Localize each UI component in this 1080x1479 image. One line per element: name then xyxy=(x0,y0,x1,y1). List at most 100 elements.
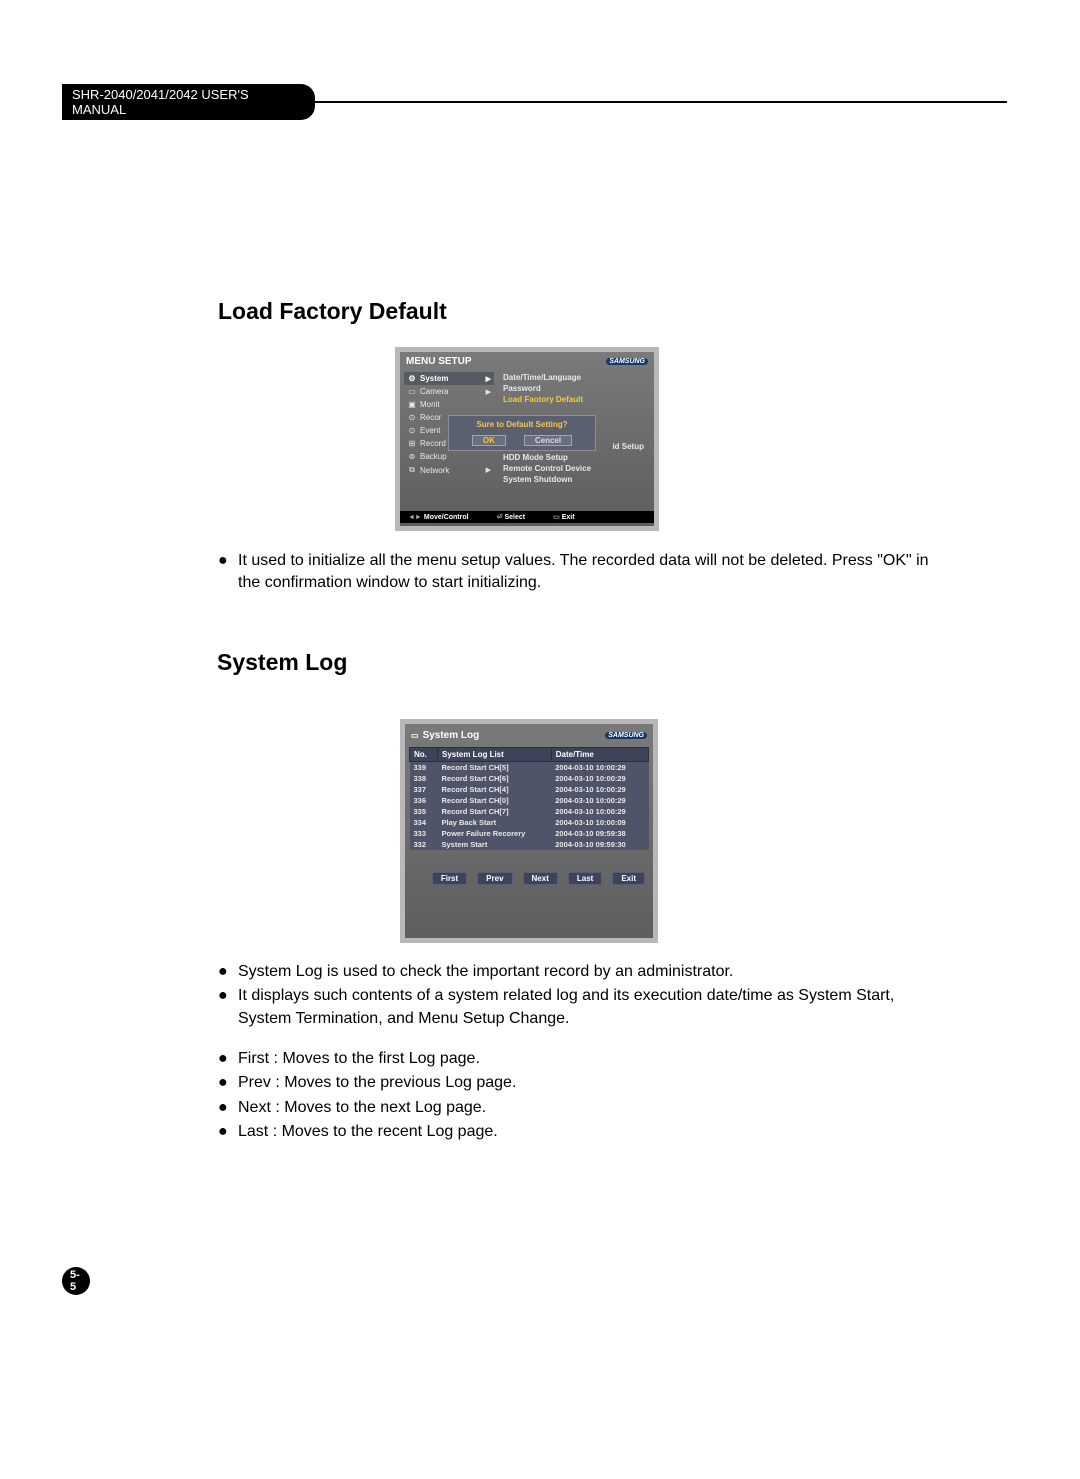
section2-bullets-b: ●First : Moves to the first Log page. ●P… xyxy=(218,1048,938,1146)
camera-icon: ▭ xyxy=(407,387,417,396)
cell-datetime: 2004-03-10 09:59:38 xyxy=(551,828,648,839)
cell-datetime: 2004-03-10 10:00:09 xyxy=(551,817,648,828)
schedule-icon: ⊞ xyxy=(407,439,417,448)
bullet-item: ●Next : Moves to the next Log page. xyxy=(218,1097,938,1119)
table-row[interactable]: 339Record Start CH[5]2004-03-10 10:00:29 xyxy=(410,762,649,774)
table-row[interactable]: 337Record Start CH[4]2004-03-10 10:00:29 xyxy=(410,784,649,795)
network-icon: ⧉ xyxy=(407,465,417,475)
exit-key-icon: ▭ xyxy=(553,514,560,521)
cancel-button[interactable]: Cencel xyxy=(524,435,572,446)
cell-no: 333 xyxy=(410,828,438,839)
prev-button[interactable]: Prev xyxy=(477,872,512,885)
submenu-password[interactable]: Password xyxy=(500,383,650,394)
cell-datetime: 2004-03-10 10:00:29 xyxy=(551,784,648,795)
cell-datetime: 2004-03-10 10:00:29 xyxy=(551,806,648,817)
col-no: No. xyxy=(410,748,438,762)
system-log-title: System Log xyxy=(423,730,480,741)
bullet-icon: ● xyxy=(218,550,226,595)
menu-item-camera[interactable]: ▭Camera▶ xyxy=(404,385,494,398)
submenu-datetime[interactable]: Date/Time/Language xyxy=(500,372,650,383)
table-row[interactable]: 333Power Failure Recorery2004-03-10 09:5… xyxy=(410,828,649,839)
menu-setup-title: MENU SETUP xyxy=(406,356,472,367)
next-button[interactable]: Next xyxy=(523,872,558,885)
event-icon: ⊙ xyxy=(407,426,417,435)
cell-log: Record Start CH[6] xyxy=(438,773,552,784)
table-row[interactable]: 336Record Start CH[0]2004-03-10 10:00:29 xyxy=(410,795,649,806)
first-button[interactable]: First xyxy=(432,872,467,885)
section-1-title: Load Factory Default xyxy=(218,298,447,325)
last-button[interactable]: Last xyxy=(568,872,602,885)
table-row[interactable]: 335Record Start CH[7]2004-03-10 10:00:29 xyxy=(410,806,649,817)
arrow-right-icon: ▶ xyxy=(486,375,491,383)
section2-bullets-a: ●System Log is used to check the importa… xyxy=(218,961,938,1032)
bullet-icon: ● xyxy=(218,985,226,1030)
menu-setup-titlebar: MENU SETUP SAMSUNG xyxy=(400,352,654,371)
dialog-title: Sure to Default Setting? xyxy=(453,420,591,429)
section1-bullets: ●It used to initialize all the menu setu… xyxy=(218,550,938,597)
table-row[interactable]: 334Play Back Start2004-03-10 10:00:09 xyxy=(410,817,649,828)
bullet-item: ●First : Moves to the first Log page. xyxy=(218,1048,938,1070)
cell-datetime: 2004-03-10 09:59:30 xyxy=(551,839,648,850)
submenu-factory-default[interactable]: Load Faotory Default xyxy=(500,394,650,405)
log-nav-buttons: First Prev Next Last Exit xyxy=(409,872,649,885)
move-key-icon: ◄► xyxy=(408,514,422,521)
footer-move: Move/Control xyxy=(424,514,469,521)
cell-no: 335 xyxy=(410,806,438,817)
table-row[interactable]: 338Record Start CH[6]2004-03-10 10:00:29 xyxy=(410,773,649,784)
cell-no: 332 xyxy=(410,839,438,850)
exit-button[interactable]: Exit xyxy=(612,872,645,885)
section-2-title: System Log xyxy=(217,649,347,676)
cell-no: 338 xyxy=(410,773,438,784)
bullet-item: ●Last : Moves to the recent Log page. xyxy=(218,1121,938,1143)
cell-no: 334 xyxy=(410,817,438,828)
cell-no: 336 xyxy=(410,795,438,806)
cell-log: Record Start CH[5] xyxy=(438,762,552,774)
cell-log: Record Start CH[0] xyxy=(438,795,552,806)
select-key-icon: ⏎ xyxy=(497,514,503,521)
cell-log: Record Start CH[4] xyxy=(438,784,552,795)
header-line xyxy=(62,101,1007,103)
cell-datetime: 2004-03-10 10:00:29 xyxy=(551,773,648,784)
cell-log: Power Failure Recorery xyxy=(438,828,552,839)
bullet-icon: ● xyxy=(218,1121,226,1143)
menu-item-backup[interactable]: ⊚Backup xyxy=(404,450,494,463)
submenu-remote[interactable]: Remote Control Device xyxy=(500,463,650,474)
confirm-dialog: Sure to Default Setting? OK Cencel xyxy=(448,415,596,451)
bullet-item: ●It displays such contents of a system r… xyxy=(218,985,938,1030)
bullet-icon: ● xyxy=(218,1048,226,1070)
footer-exit: Exit xyxy=(562,514,575,521)
system-log-icon: ▭ xyxy=(411,731,419,740)
menu-item-system[interactable]: ⚙System▶ xyxy=(404,372,494,385)
bullet-item: ●It used to initialize all the menu setu… xyxy=(218,550,938,595)
system-log-titlebar: ▭ System Log SAMSUNG xyxy=(409,728,649,747)
menu-setup-screenshot: MENU SETUP SAMSUNG ⚙System▶ ▭Camera▶ ▣Mo… xyxy=(395,347,659,531)
table-row[interactable]: 332System Start2004-03-10 09:59:30 xyxy=(410,839,649,850)
table-header-row: No. System Log List Date/Time xyxy=(410,748,649,762)
cell-log: Record Start CH[7] xyxy=(438,806,552,817)
ok-button[interactable]: OK xyxy=(472,435,506,446)
cell-datetime: 2004-03-10 10:00:29 xyxy=(551,762,648,774)
brand-logo: SAMSUNG xyxy=(606,358,648,365)
system-icon: ⚙ xyxy=(407,374,417,383)
bullet-icon: ● xyxy=(218,961,226,983)
cell-datetime: 2004-03-10 10:00:29 xyxy=(551,795,648,806)
cell-log: Play Back Start xyxy=(438,817,552,828)
system-log-screenshot: ▭ System Log SAMSUNG No. System Log List … xyxy=(400,719,658,943)
footer-hints: ◄►Move/Control ⏎Select ▭Exit xyxy=(400,511,654,523)
cell-no: 337 xyxy=(410,784,438,795)
menu-item-monitoring[interactable]: ▣Monit xyxy=(404,398,494,411)
submenu-hdd[interactable]: HDD Mode Setup xyxy=(500,452,650,463)
col-datetime: Date/Time xyxy=(551,748,648,762)
arrow-right-icon: ▶ xyxy=(486,388,491,396)
arrow-right-icon: ▶ xyxy=(486,466,491,474)
bullet-icon: ● xyxy=(218,1072,226,1094)
bullet-icon: ● xyxy=(218,1097,226,1119)
menu-item-network[interactable]: ⧉Network▶ xyxy=(404,463,494,477)
system-log-window: ▭ System Log SAMSUNG No. System Log List … xyxy=(405,724,653,938)
cell-log: System Start xyxy=(438,839,552,850)
bullet-item: ●Prev : Moves to the previous Log page. xyxy=(218,1072,938,1094)
record-icon: ⊙ xyxy=(407,413,417,422)
submenu-shutdown[interactable]: System Shutdown xyxy=(500,474,650,485)
menu-setup-window: MENU SETUP SAMSUNG ⚙System▶ ▭Camera▶ ▣Mo… xyxy=(400,352,654,526)
brand-logo: SAMSUNG xyxy=(605,732,647,739)
